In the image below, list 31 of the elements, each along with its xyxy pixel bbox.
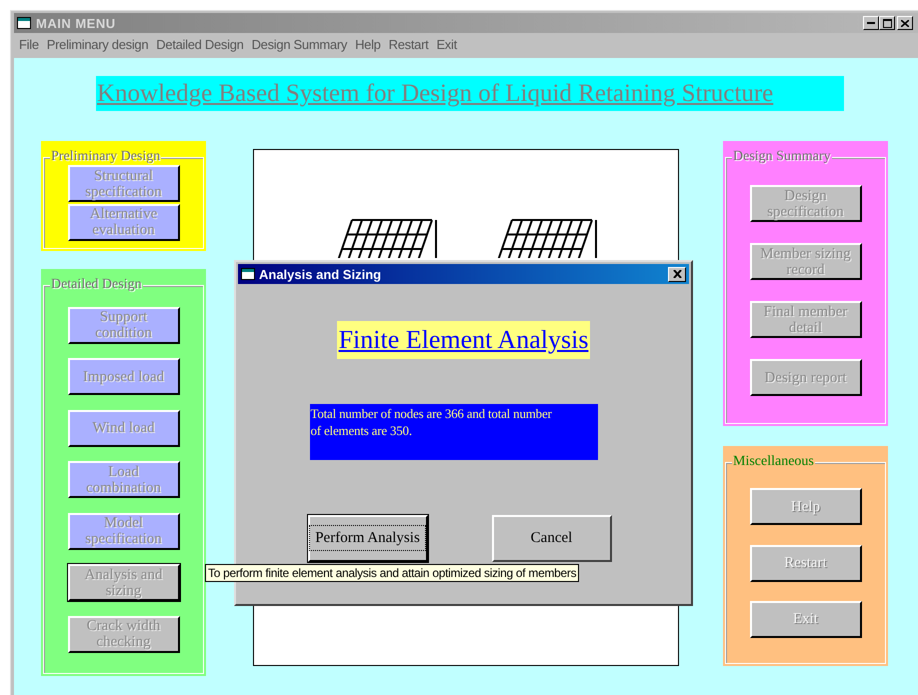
close-icon — [901, 20, 909, 26]
dialog-heading: Finite Element Analysis — [336, 321, 590, 359]
menu-item[interactable]: Preliminary design — [44, 36, 152, 52]
dialog-button[interactable]: Perform Analysis — [308, 515, 428, 562]
result-message: Total number of nodes are 366 and total number of elements are 350. — [310, 404, 598, 460]
menu-item[interactable]: Detailed Design — [153, 36, 247, 52]
menu-item[interactable]: Restart — [386, 36, 432, 52]
menu-button[interactable]: Help — [750, 488, 862, 526]
maximize-icon — [882, 18, 892, 28]
window-icon — [241, 268, 255, 280]
close-icon — [672, 270, 682, 278]
menu-item[interactable]: Design Summary — [248, 36, 350, 52]
app-heading: Knowledge Based System for Design of Liquid Retaining Structure — [96, 76, 844, 111]
minimize-icon — [867, 22, 875, 24]
menu-item[interactable]: Help — [352, 36, 384, 52]
window-icon — [17, 17, 31, 29]
minimize-button[interactable] — [863, 16, 879, 30]
close-button[interactable] — [668, 266, 686, 282]
menu-button[interactable]: Restart — [750, 544, 862, 582]
group-title: Preliminary Design — [50, 150, 162, 164]
dialog-button[interactable]: Cancel — [492, 515, 612, 562]
dialog-title: Analysis and Sizing — [259, 266, 382, 282]
group-title: Detailed Design — [50, 278, 143, 292]
menu-item[interactable]: File — [16, 36, 42, 52]
window-title: MAIN MENU — [36, 16, 117, 30]
close-button[interactable] — [897, 16, 913, 30]
maximize-button[interactable] — [879, 16, 895, 30]
menu-item[interactable]: Exit — [433, 36, 460, 52]
menu-button[interactable]: Exit — [750, 600, 862, 638]
group-title: Design Summary — [732, 150, 832, 164]
tooltip: To perform finite element analysis and attain optimized sizing of members — [205, 564, 580, 582]
